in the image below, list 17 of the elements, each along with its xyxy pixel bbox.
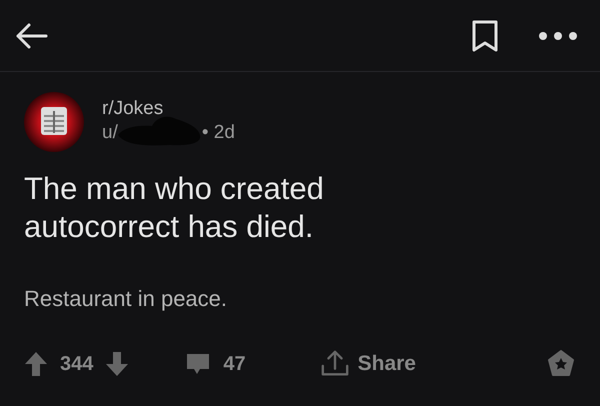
award-icon[interactable] <box>546 349 576 379</box>
downvote-icon[interactable] <box>105 351 130 377</box>
upvote-icon[interactable] <box>24 351 48 377</box>
post-title: The man who created autocorrect has died. <box>23 170 325 246</box>
post-body: Restaurant in peace. <box>23 285 228 312</box>
comment-icon <box>185 352 212 376</box>
post-age: • 2d <box>202 122 235 144</box>
share-button[interactable]: Share <box>320 349 416 379</box>
more-icon[interactable] <box>538 30 578 40</box>
username[interactable]: u/ <box>102 122 118 144</box>
subreddit-avatar-icon[interactable] <box>24 92 84 152</box>
subreddit-name[interactable]: r/Jokes <box>102 98 235 120</box>
vote-count: 344 <box>60 352 94 376</box>
bookmark-icon[interactable] <box>470 18 500 52</box>
comment-count: 47 <box>223 352 246 376</box>
comments-button[interactable]: 47 <box>185 352 246 376</box>
back-arrow-icon[interactable] <box>14 22 48 50</box>
